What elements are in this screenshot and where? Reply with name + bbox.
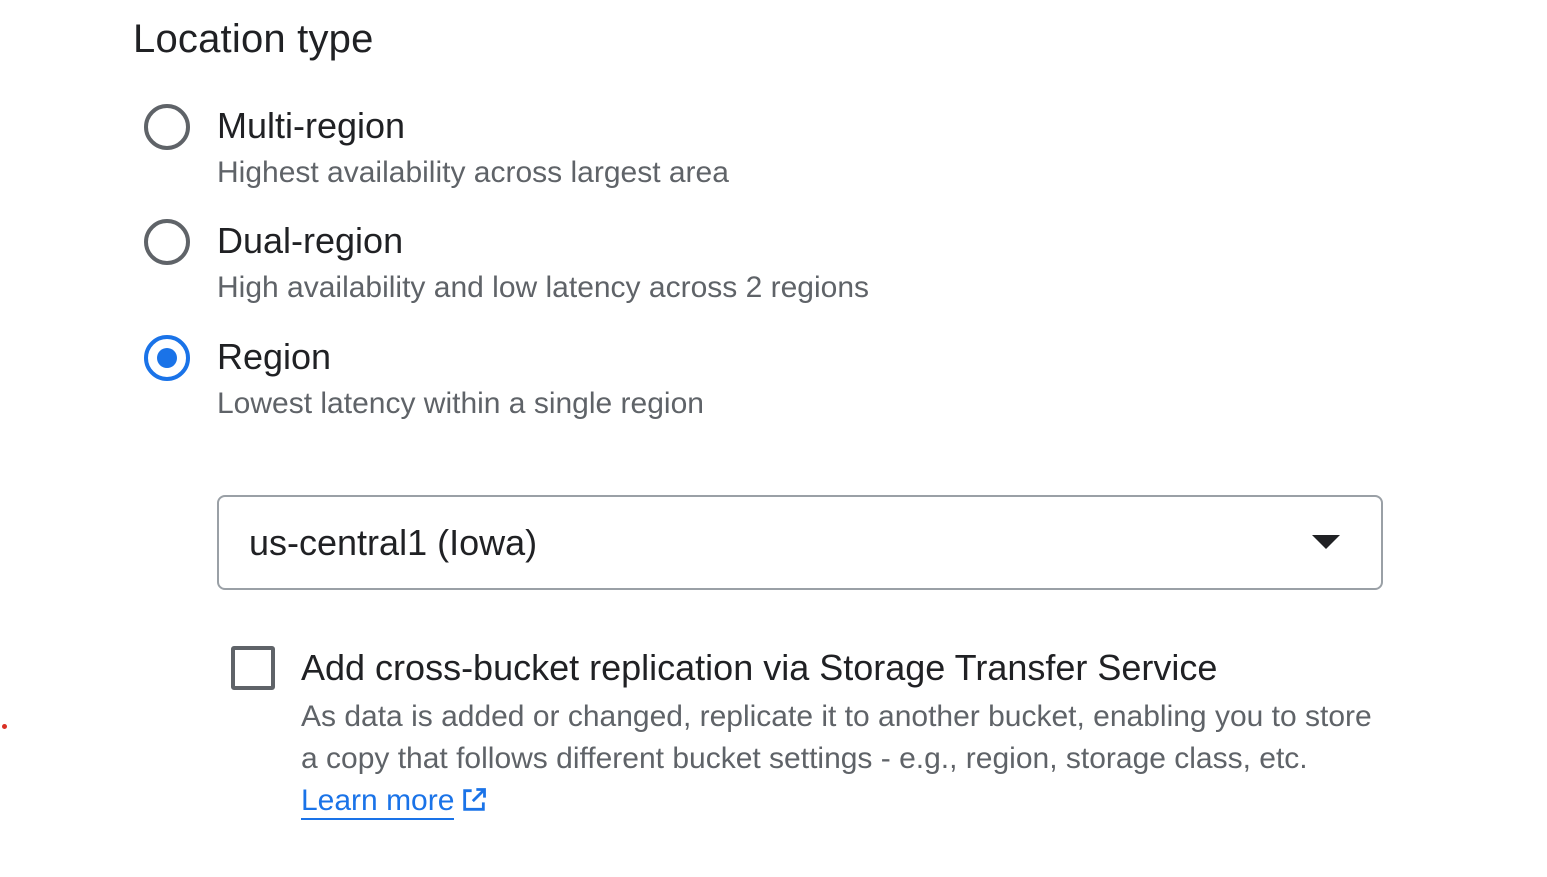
- radio-button-region[interactable]: [144, 335, 190, 381]
- replication-checkbox[interactable]: [231, 646, 275, 690]
- radio-option-multi-region[interactable]: Multi-region Highest availability across…: [142, 100, 1142, 200]
- radio-option-region[interactable]: Region Lowest latency within a single re…: [142, 331, 1142, 431]
- radio-button-dual-region[interactable]: [144, 219, 190, 265]
- radio-option-dual-region[interactable]: Dual-region High availability and low la…: [142, 215, 1142, 315]
- region-select-value: us-central1 (Iowa): [249, 522, 538, 563]
- marker-dot: [2, 724, 7, 729]
- learn-more-link-text: Learn more: [301, 784, 455, 817]
- replication-label[interactable]: Add cross-bucket replication via Storage…: [301, 646, 1217, 690]
- dropdown-arrow-icon[interactable]: [1312, 535, 1340, 549]
- radio-selected-dot: [157, 348, 177, 368]
- replication-description: As data is added or changed, replicate i…: [301, 696, 1391, 822]
- radio-description-region: Lowest latency within a single region: [217, 387, 704, 420]
- external-link-icon[interactable]: [460, 786, 488, 814]
- radio-description-dual-region: High availability and low latency across…: [217, 271, 870, 304]
- section-title: Location type: [133, 17, 374, 61]
- region-select[interactable]: us-central1 (Iowa): [217, 495, 1383, 590]
- radio-label-multi-region: Multi-region: [217, 105, 406, 146]
- radio-label-region: Region: [217, 336, 332, 377]
- radio-description-multi-region: Highest availability across largest area: [217, 156, 729, 189]
- radio-label-dual-region: Dual-region: [217, 220, 404, 261]
- learn-more-link[interactable]: Learn more: [301, 784, 455, 820]
- radio-button-multi-region[interactable]: [144, 104, 190, 150]
- replication-option: Add cross-bucket replication via Storage…: [229, 643, 1409, 833]
- location-type-page: Location type Multi-region Highest avail…: [0, 0, 1547, 877]
- replication-description-text: As data is added or changed, replicate i…: [301, 700, 1372, 775]
